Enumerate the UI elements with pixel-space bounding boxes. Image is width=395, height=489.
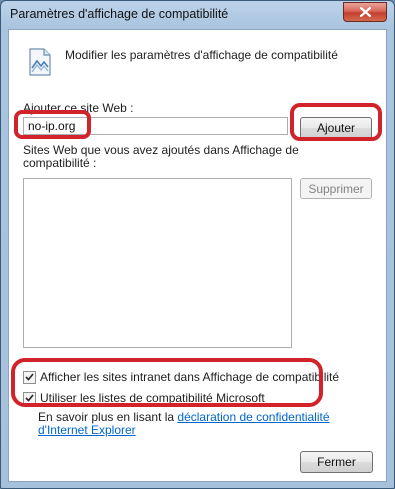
microsoft-lists-option[interactable]: Utiliser les listes de compatibilité Mic… xyxy=(23,391,265,405)
compatibility-view-icon xyxy=(29,48,51,76)
title-bar[interactable]: Paramètres d'affichage de compatibilité xyxy=(1,1,394,29)
checkmark-icon xyxy=(25,373,34,381)
microsoft-lists-checkbox[interactable] xyxy=(23,391,36,405)
close-button[interactable]: Fermer xyxy=(300,451,373,473)
add-site-label: Ajouter ce site Web : xyxy=(23,101,134,115)
dialog-body: Modifier les paramètres d'affichage de c… xyxy=(8,29,387,482)
intranet-option[interactable]: Afficher les sites intranet dans Afficha… xyxy=(23,370,339,384)
add-site-input[interactable] xyxy=(23,117,288,135)
window-title: Paramètres d'affichage de compatibilité xyxy=(10,7,229,21)
add-button[interactable]: Ajouter xyxy=(300,117,372,139)
intranet-label: Afficher les sites intranet dans Afficha… xyxy=(40,370,340,384)
site-list[interactable] xyxy=(23,178,292,348)
microsoft-lists-label: Utiliser les listes de compatibilité Mic… xyxy=(40,391,265,405)
close-window-button[interactable] xyxy=(343,2,387,22)
privacy-info-text: En savoir plus en lisant la xyxy=(38,410,178,424)
site-list-label: Sites Web que vous avez ajoutés dans Aff… xyxy=(23,143,299,170)
dialog-window: Paramètres d'affichage de compatibilité … xyxy=(0,0,395,489)
checkmark-icon xyxy=(25,394,34,402)
privacy-info: En savoir plus en lisant la déclaration … xyxy=(38,411,378,437)
intranet-checkbox[interactable] xyxy=(23,370,36,384)
dialog-heading: Modifier les paramètres d'affichage de c… xyxy=(65,48,338,62)
close-icon xyxy=(359,7,371,17)
remove-button[interactable]: Supprimer xyxy=(300,178,372,199)
